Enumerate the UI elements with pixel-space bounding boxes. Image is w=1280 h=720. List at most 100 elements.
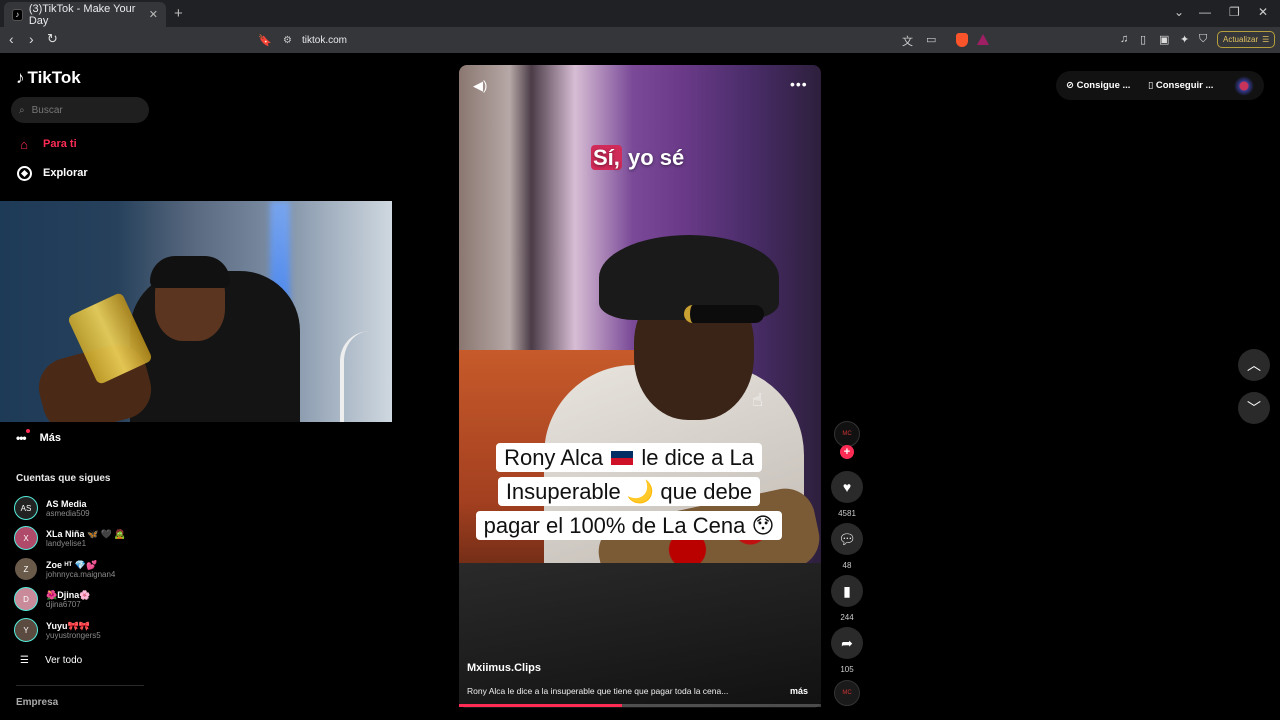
avatar: Y <box>14 618 38 642</box>
tab-title: (3)TikTok - Make Your Day <box>28 2 136 27</box>
cast-icon[interactable]: ▭ <box>926 33 936 46</box>
follow-button[interactable]: + <box>840 445 854 459</box>
share-count: 105 <box>840 665 854 674</box>
creator-avatar[interactable]: MC <box>834 421 860 447</box>
tab-search-icon[interactable]: ⌄ <box>1174 5 1184 19</box>
following-account[interactable]: X XLa Niña 🦋 🖤 🧟 landyelise1 <box>14 526 126 550</box>
like-button[interactable]: ♥ 4581 <box>831 471 863 518</box>
get-coins-button[interactable]: ⊘ Consigue ... <box>1066 80 1130 91</box>
browser-toolbar: ‹ › ↻ 🔖 ⚙ tiktok.com 文 ▭ <box>0 27 1280 53</box>
translate-icon[interactable]: 文 <box>902 33 913 49</box>
tiktok-logo[interactable]: ♪ TikTok <box>16 68 81 88</box>
save-count: 244 <box>840 613 854 622</box>
nav-explore-label: Explorar <box>43 167 88 179</box>
account-handle: asmedia509 <box>46 508 90 518</box>
share-icon: ➦ <box>831 627 863 659</box>
see-all-label: Ver todo <box>44 655 83 666</box>
vpn-icon[interactable]: ⛉ <box>1199 33 1207 46</box>
restore-icon[interactable]: ❐ <box>1229 5 1240 19</box>
avatar: Z <box>14 557 38 581</box>
company-heading[interactable]: Empresa <box>16 697 58 708</box>
nav-for-you[interactable]: ⌂ Para ti <box>16 136 77 152</box>
avatar: AS <box>14 496 38 520</box>
webcam-overlay <box>0 201 392 422</box>
volume-icon[interactable]: ◀) <box>473 78 487 94</box>
next-video-button[interactable]: ﹀ <box>1238 392 1270 424</box>
video-username[interactable]: Mxiimus.Clips <box>467 662 541 674</box>
video-progress[interactable] <box>459 704 821 707</box>
overlay-line-2: Insuperable 🌙 que debe <box>497 477 761 506</box>
account-name: Yuyu🎀🎀 <box>46 620 90 631</box>
like-count: 4581 <box>838 509 856 518</box>
site-info-icon[interactable]: ⚙ <box>283 35 292 46</box>
sidebar-toggle-icon[interactable]: ▯ <box>1140 33 1146 46</box>
following-account[interactable]: Y Yuyu🎀🎀 yuyustrongers5 <box>14 618 101 642</box>
share-button[interactable]: ➦ 105 <box>831 627 863 674</box>
brave-shields-icon[interactable] <box>956 33 968 47</box>
reload-icon[interactable]: ↻ <box>47 31 58 47</box>
comment-button[interactable]: 💬︎ 48 <box>831 523 863 570</box>
brave-rewards-icon[interactable] <box>977 34 989 45</box>
account-handle: johnnyca.maignan4 <box>46 569 116 579</box>
bookmark-icon: ▮ <box>831 575 863 607</box>
see-all-link[interactable]: ☰ Ver todo <box>20 655 82 666</box>
back-icon[interactable]: ‹ <box>9 31 14 47</box>
leo-ai-icon[interactable]: ✦ <box>1180 33 1189 46</box>
following-account[interactable]: AS AS Media asmedia509 <box>14 496 90 520</box>
menu-icon: ☰ <box>1262 35 1270 44</box>
previous-video-button[interactable]: ︿ <box>1238 349 1270 381</box>
bookmark-icon[interactable]: 🔖 <box>258 34 272 47</box>
account-name: Zoe ᴴᵀ 💎💕 <box>46 559 98 570</box>
dominican-flag-icon <box>609 449 636 467</box>
browser-tab[interactable]: ♪ (3)TikTok - Make Your Day ✕ <box>4 2 166 27</box>
nav-more[interactable]: ••• Más <box>16 429 62 445</box>
update-button[interactable]: Actualizar ☰ <box>1217 31 1275 48</box>
divider <box>16 685 144 686</box>
account-handle: yuyustrongers5 <box>46 630 101 640</box>
top-right-actions: ⊘ Consigue ... ▯ Conseguir ... <box>1056 71 1264 100</box>
address-bar[interactable]: 🔖 ⚙ tiktok.com 文 ▭ <box>250 29 995 51</box>
video-progress-fill <box>459 704 622 707</box>
video-more-icon[interactable]: ••• <box>790 76 808 92</box>
overlay-text-b: le dice a La <box>641 445 754 470</box>
minimize-icon[interactable]: — <box>1199 5 1211 19</box>
description-more-link[interactable]: más <box>790 686 808 696</box>
close-window-icon[interactable]: ✕ <box>1258 5 1268 19</box>
more-dots-icon: ••• <box>16 429 30 445</box>
search-input[interactable]: ⌕ Buscar <box>11 97 149 123</box>
media-icon[interactable]: ♫ <box>1120 33 1128 45</box>
get-app-button[interactable]: ▯ Conseguir ... <box>1148 80 1213 91</box>
account-handle: djina6707 <box>46 599 81 609</box>
wallet-icon[interactable]: ▣ <box>1159 33 1169 46</box>
following-account[interactable]: Z Zoe ᴴᵀ 💎💕 johnnyca.maignan4 <box>14 557 115 581</box>
account-handle: landyelise1 <box>46 538 87 548</box>
hand-cursor-icon: ☝ <box>752 390 763 410</box>
avatar: D <box>14 587 38 611</box>
get-coins-label: Consigue ... <box>1076 80 1131 91</box>
sound-disc-icon[interactable]: MC <box>834 680 860 706</box>
comment-count: 48 <box>842 561 852 570</box>
following-title: Cuentas que sigues <box>16 473 111 484</box>
account-name: 🌺Djina🌸 <box>46 589 91 600</box>
browser-tabbar: ♪ (3)TikTok - Make Your Day ✕ + ⌄ — ❐ ✕ <box>0 0 1280 27</box>
forward-icon[interactable]: › <box>29 31 34 47</box>
profile-avatar[interactable] <box>1234 76 1254 96</box>
following-account[interactable]: D 🌺Djina🌸 djina6707 <box>14 587 90 611</box>
new-tab-icon[interactable]: + <box>174 5 183 22</box>
video-text-overlay: Rony Alca le dice a La Insuperable 🌙 que… <box>460 441 798 543</box>
search-icon: ⌕ <box>19 104 25 116</box>
overlay-text-a: Rony Alca <box>504 445 604 470</box>
account-name: AS Media <box>46 498 87 509</box>
nav-more-label: Más <box>39 432 62 444</box>
logo-text: TikTok <box>27 68 81 87</box>
avatar: X <box>14 526 38 550</box>
get-app-label: Conseguir ... <box>1155 80 1214 91</box>
comment-icon: 💬︎ <box>831 523 863 555</box>
subtitle-highlight: Sí, <box>591 145 622 170</box>
account-name: XLa Niña 🦋 🖤 🧟 <box>46 528 126 539</box>
update-label: Actualizar <box>1223 35 1259 44</box>
tab-close-icon[interactable]: ✕ <box>149 8 158 21</box>
save-button[interactable]: ▮ 244 <box>831 575 863 622</box>
nav-explore[interactable]: Explorar <box>16 165 88 181</box>
chevron-up-icon: ︿ <box>1247 357 1261 373</box>
